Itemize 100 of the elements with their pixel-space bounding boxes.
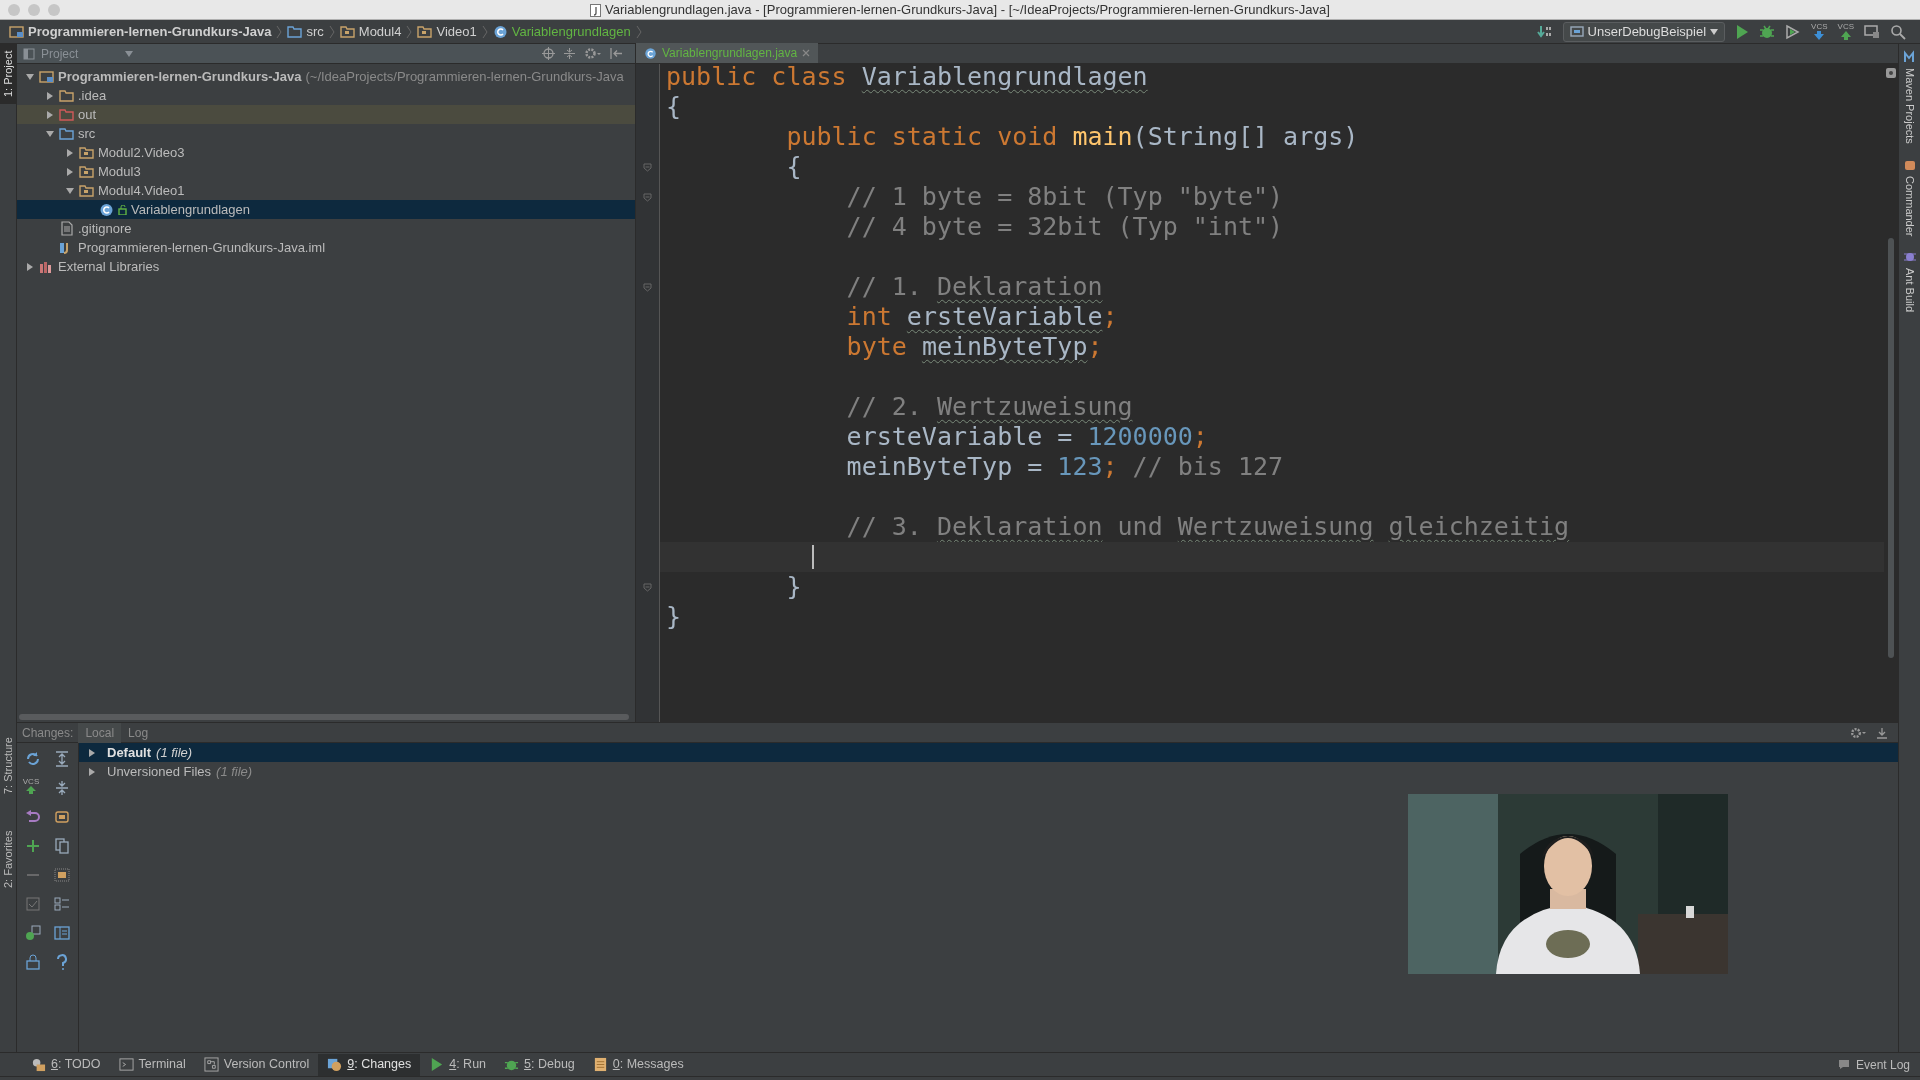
tool-window-button[interactable]: Version Control (194, 1053, 319, 1076)
hide-icon[interactable] (1876, 726, 1888, 739)
tree-item[interactable]: Modul4.Video1 (98, 180, 185, 201)
file-count: (1 file) (156, 743, 193, 762)
editor-tab[interactable]: Variablengrundlagen.java (636, 43, 819, 63)
code-line: } (666, 601, 682, 634)
checkbox-icon[interactable] (25, 896, 41, 912)
expand-all-icon[interactable] (53, 751, 70, 767)
tool-window-button[interactable]: 6: TODO (22, 1053, 110, 1076)
tree-item[interactable]: Programmieren-lernen-Grundkurs-Java (58, 66, 302, 87)
copy-icon[interactable] (53, 838, 70, 854)
folder-icon (59, 107, 74, 122)
lock-icon (118, 204, 127, 215)
coverage-icon[interactable] (1785, 23, 1802, 40)
grouping-icon[interactable] (53, 896, 70, 912)
tool-window-button[interactable]: 9: Changes (318, 1053, 421, 1076)
code-line: meinByteTyp = 123; // bis 127 (845, 451, 1284, 484)
tree-item[interactable]: External Libraries (58, 256, 160, 277)
settings-icon[interactable] (584, 47, 602, 60)
tool-window-tab[interactable]: Commander (1900, 157, 1919, 237)
tree-item[interactable]: .idea (78, 85, 107, 106)
fold-marker-icon[interactable] (643, 582, 652, 592)
collapse-arrow-icon[interactable] (45, 128, 55, 139)
libraries-icon (39, 259, 54, 274)
close-icon[interactable] (802, 49, 811, 57)
terminal-icon (118, 1057, 134, 1072)
breadcrumb[interactable]: Variablengrundlagen (489, 20, 634, 43)
expand-arrow-icon[interactable] (87, 766, 97, 777)
expand-arrow-icon[interactable] (65, 166, 75, 177)
preview-icon[interactable] (53, 925, 70, 941)
undo-icon[interactable] (25, 809, 41, 825)
collapse-arrow-icon[interactable] (65, 185, 75, 196)
select-icon[interactable] (53, 867, 70, 883)
code-line: { (666, 91, 682, 124)
tool-window-tab[interactable]: Maven Projects (1900, 50, 1919, 144)
horizontal-scrollbar[interactable] (19, 714, 629, 720)
tool-window-tab[interactable]: 2: Favorites (0, 824, 16, 894)
run-icon[interactable] (1735, 23, 1750, 40)
monitor-icon[interactable] (1864, 23, 1880, 40)
tool-window-tab[interactable]: Ant Build (1900, 250, 1919, 313)
changelist-row[interactable]: Default (1 file) (79, 743, 1898, 762)
settings-icon[interactable] (1850, 726, 1866, 739)
breadcrumb[interactable]: Programmieren-lernen-Grundkurs-Java (6, 20, 275, 43)
version-control-icon (203, 1057, 219, 1072)
tool-window-button[interactable]: 0: Messages (583, 1053, 693, 1076)
folder-icon (59, 126, 74, 141)
refresh-icon[interactable] (25, 751, 41, 767)
fold-marker-icon[interactable] (643, 162, 652, 172)
tree-item[interactable]: src (78, 123, 96, 144)
tool-window-tab[interactable]: 7: Structure (0, 726, 16, 806)
tree-item[interactable]: out (78, 104, 97, 125)
tool-window-button[interactable]: 4: Run (420, 1053, 496, 1076)
code-line: byte meinByteTyp; (845, 331, 1103, 364)
monitor-icon (1569, 25, 1584, 38)
tree-item[interactable]: Programmieren-lernen-Grundkurs-Java.iml (78, 237, 326, 258)
build-icon[interactable] (1536, 23, 1553, 40)
collapse-icon[interactable] (563, 47, 576, 60)
vertical-scrollbar[interactable] (1888, 238, 1894, 658)
expand-arrow-icon[interactable] (25, 261, 35, 272)
tool-window-button[interactable]: 5: Debug (495, 1053, 584, 1076)
collapse-all-icon[interactable] (53, 780, 70, 796)
tree-item[interactable]: Modul2.Video3 (98, 142, 185, 163)
breadcrumb[interactable]: Video1 (414, 20, 480, 43)
run-configuration-dropdown[interactable]: UnserDebugBeispiel (1562, 21, 1726, 42)
window-title: Variablengrundlagen.java - [Programmieren-lernen-Grundkurs-Java] - [~/IdeaProjects/Programmieren-lernen-Grundkurs-Java] (605, 1, 1330, 20)
text-file-icon (59, 221, 74, 236)
fold-marker-icon[interactable] (643, 282, 652, 292)
tree-item[interactable]: Variablengrundlagen (131, 199, 251, 220)
collapse-arrow-icon[interactable] (25, 71, 35, 82)
tab[interactable]: Log (121, 722, 156, 743)
code-line: ersteVariable = 1200000; (845, 421, 1208, 454)
file-count: (1 file) (216, 762, 253, 781)
arrow-up-icon (26, 786, 36, 794)
breadcrumb[interactable]: src (284, 20, 327, 43)
breadcrumb[interactable]: Modul4 (336, 20, 405, 43)
changelist-row[interactable]: Unversioned Files (1 file) (79, 762, 1898, 781)
speech-bubble-icon (1837, 1059, 1850, 1070)
plus-icon[interactable] (25, 838, 41, 854)
tree-item[interactable]: Modul3 (98, 161, 141, 182)
package-folder-icon (79, 164, 94, 179)
tool-window-button[interactable]: Terminal (109, 1053, 195, 1076)
chevron-icon (328, 24, 335, 39)
fold-marker-icon[interactable] (643, 192, 652, 202)
debug-icon[interactable] (1759, 23, 1776, 40)
tool-window-tab[interactable]: 1: Project (0, 44, 16, 104)
code-line: public class Variablengrundlagen (666, 64, 1148, 94)
shelf-icon[interactable] (53, 809, 70, 825)
vcs-commit-icon[interactable]: VCS (21, 778, 41, 798)
expand-arrow-icon[interactable] (45, 90, 55, 101)
locate-icon[interactable] (542, 47, 555, 60)
tree-item[interactable]: .gitignore (78, 218, 132, 239)
package-folder-icon (79, 145, 94, 160)
expand-arrow-icon[interactable] (45, 109, 55, 120)
hide-icon[interactable] (610, 47, 623, 60)
search-icon[interactable] (1890, 23, 1906, 40)
expand-arrow-icon[interactable] (87, 747, 97, 758)
code-line: public static void main(String[] args) (785, 121, 1359, 154)
expand-arrow-icon[interactable] (65, 147, 75, 158)
event-log-button[interactable]: Event Log (1837, 1055, 1910, 1074)
code-line: // 4 byte = 32bit (Typ "int") (845, 211, 1284, 244)
